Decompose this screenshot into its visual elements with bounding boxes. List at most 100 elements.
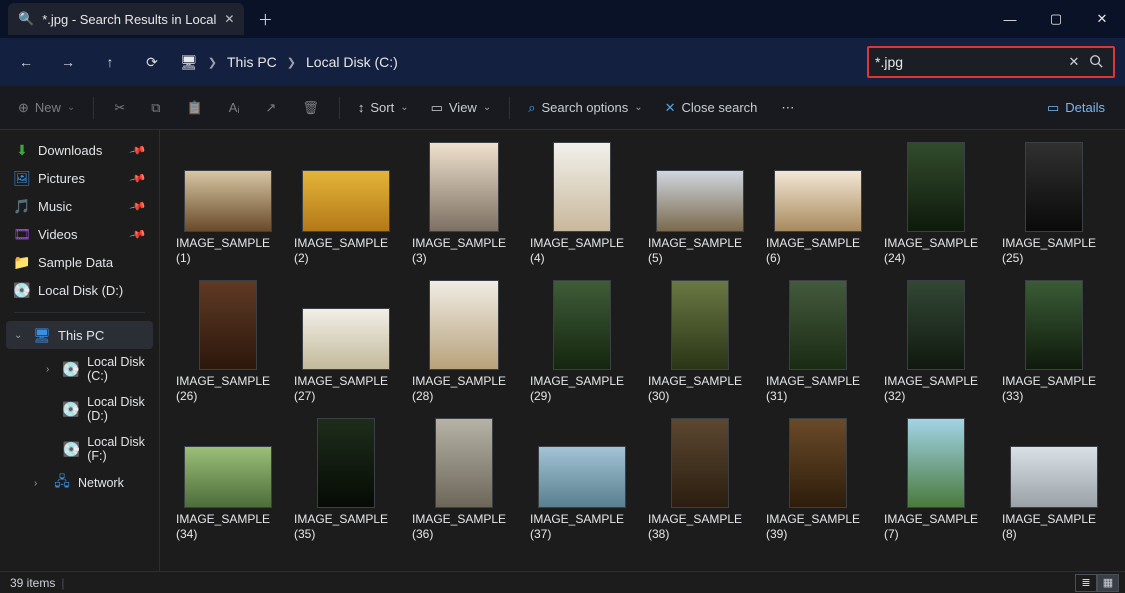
file-item[interactable]: IMAGE_SAMPLE (39) — [766, 416, 870, 542]
copy-button[interactable]: ⧉ — [141, 94, 170, 122]
file-item[interactable]: IMAGE_SAMPLE (33) — [1002, 278, 1106, 404]
breadcrumb-item[interactable]: This PC — [227, 54, 277, 70]
search-button[interactable] — [1085, 54, 1107, 71]
file-item[interactable]: IMAGE_SAMPLE (30) — [648, 278, 752, 404]
file-item[interactable]: IMAGE_SAMPLE (38) — [648, 416, 752, 542]
search-input[interactable] — [875, 54, 1063, 70]
clear-search-button[interactable]: ✕ — [1063, 54, 1085, 70]
sidebar-label: Videos — [38, 227, 78, 242]
active-tab[interactable]: 🔍 *.jpg - Search Results in Local ✕ — [8, 3, 244, 35]
thumbnail — [671, 280, 729, 370]
main-area: ⬇Downloads📌 🖼Pictures📌 🎵Music📌 🎞Videos📌 … — [0, 130, 1125, 571]
maximize-button[interactable]: ▢ — [1033, 0, 1079, 38]
file-item[interactable]: IMAGE_SAMPLE (37) — [530, 416, 634, 542]
back-button[interactable]: ← — [12, 54, 40, 70]
file-view[interactable]: IMAGE_SAMPLE (1)IMAGE_SAMPLE (2)IMAGE_SA… — [160, 130, 1125, 571]
cut-button[interactable]: ✂ — [104, 94, 135, 122]
sidebar-item-sample-data[interactable]: 📁Sample Data — [0, 248, 159, 276]
trash-icon: 🗑 — [302, 100, 319, 116]
separator — [14, 312, 145, 313]
file-item[interactable]: IMAGE_SAMPLE (3) — [412, 140, 516, 266]
thumbnail-wrap — [530, 416, 634, 508]
sidebar-item-this-pc[interactable]: ⌄ 🖥 This PC — [6, 321, 153, 349]
file-item[interactable]: IMAGE_SAMPLE (2) — [294, 140, 398, 266]
file-item[interactable]: IMAGE_SAMPLE (27) — [294, 278, 398, 404]
view-icon: ▭ — [431, 100, 443, 116]
up-button[interactable]: ↑ — [96, 54, 124, 70]
file-name: IMAGE_SAMPLE (25) — [1002, 236, 1106, 266]
sidebar-item-drive-d[interactable]: ›💽Local Disk (D:) — [0, 389, 159, 429]
file-item[interactable]: IMAGE_SAMPLE (36) — [412, 416, 516, 542]
item-count: 39 items — [10, 576, 55, 590]
share-button[interactable]: ↗ — [255, 94, 286, 122]
search-options-button[interactable]: ⌕ Search options ⌄ — [520, 94, 650, 122]
forward-button[interactable]: → — [54, 54, 82, 70]
thumbnail-wrap — [884, 140, 988, 232]
file-item[interactable]: IMAGE_SAMPLE (1) — [176, 140, 280, 266]
close-window-button[interactable]: ✕ — [1079, 0, 1125, 38]
thumbnail — [553, 142, 611, 232]
minimize-button[interactable]: ― — [987, 0, 1033, 38]
file-item[interactable]: IMAGE_SAMPLE (32) — [884, 278, 988, 404]
details-pane-button[interactable]: ▭ Details — [1039, 94, 1113, 122]
sidebar-item-drive-c[interactable]: ›💽Local Disk (C:) — [0, 349, 159, 389]
monitor-icon: 🖥 — [180, 54, 198, 71]
new-tab-button[interactable]: ＋ — [250, 9, 280, 30]
thumbnail — [1025, 280, 1083, 370]
file-item[interactable]: IMAGE_SAMPLE (28) — [412, 278, 516, 404]
close-tab-icon[interactable]: ✕ — [224, 12, 234, 26]
sidebar-item-videos[interactable]: 🎞Videos📌 — [0, 220, 159, 248]
sidebar-item-downloads[interactable]: ⬇Downloads📌 — [0, 136, 159, 164]
file-item[interactable]: IMAGE_SAMPLE (7) — [884, 416, 988, 542]
file-item[interactable]: IMAGE_SAMPLE (6) — [766, 140, 870, 266]
view-button[interactable]: ▭ View ⌄ — [423, 94, 500, 122]
pin-icon: 📌 — [129, 169, 147, 187]
paste-button[interactable]: 📋 — [177, 94, 213, 122]
copy-icon: ⧉ — [151, 100, 160, 116]
chevron-down-icon: ⌄ — [400, 102, 408, 113]
sidebar-label: Network — [78, 476, 124, 490]
pin-icon: 📌 — [129, 197, 147, 215]
chevron-right-icon: ❯ — [287, 56, 296, 69]
sidebar-item-drive-f[interactable]: ›💽Local Disk (F:) — [0, 429, 159, 469]
refresh-button[interactable]: ⟳ — [138, 54, 166, 71]
new-button[interactable]: ⊕ New ⌄ — [10, 94, 83, 122]
thumbnail-wrap — [648, 416, 752, 508]
file-item[interactable]: IMAGE_SAMPLE (29) — [530, 278, 634, 404]
sidebar-item-localdisk-d[interactable]: 💽Local Disk (D:) — [0, 276, 159, 304]
breadcrumb-item[interactable]: Local Disk (C:) — [306, 54, 398, 70]
file-item[interactable]: IMAGE_SAMPLE (25) — [1002, 140, 1106, 266]
thumbnail — [429, 280, 499, 370]
search-box[interactable]: ✕ — [867, 46, 1115, 78]
pin-icon: 📌 — [129, 141, 147, 159]
breadcrumb[interactable]: 🖥 ❯ This PC ❯ Local Disk (C:) — [180, 54, 853, 71]
file-item[interactable]: IMAGE_SAMPLE (8) — [1002, 416, 1106, 542]
thumbnail — [774, 170, 862, 232]
thumbnail — [553, 280, 611, 370]
thumbnail — [199, 280, 257, 370]
delete-button[interactable]: 🗑 — [292, 94, 329, 122]
chevron-down-icon: ⌄ — [634, 102, 642, 113]
file-name: IMAGE_SAMPLE (3) — [412, 236, 516, 266]
thumbnails-view-button[interactable]: ▦ — [1097, 574, 1119, 592]
file-name: IMAGE_SAMPLE (24) — [884, 236, 988, 266]
close-search-button[interactable]: ✕ Close search — [657, 94, 766, 122]
file-item[interactable]: IMAGE_SAMPLE (5) — [648, 140, 752, 266]
rename-button[interactable]: Aᵢ — [219, 94, 250, 121]
file-item[interactable]: IMAGE_SAMPLE (31) — [766, 278, 870, 404]
sort-button[interactable]: ↕ Sort ⌄ — [350, 94, 417, 121]
sidebar-item-network[interactable]: ›🖧Network — [0, 469, 159, 497]
file-item[interactable]: IMAGE_SAMPLE (4) — [530, 140, 634, 266]
sidebar-item-pictures[interactable]: 🖼Pictures📌 — [0, 164, 159, 192]
thumbnail-wrap — [766, 416, 870, 508]
status-bar: 39 items | ≣ ▦ — [0, 571, 1125, 593]
thumbnail-wrap — [766, 140, 870, 232]
file-item[interactable]: IMAGE_SAMPLE (35) — [294, 416, 398, 542]
sidebar-item-music[interactable]: 🎵Music📌 — [0, 192, 159, 220]
more-button[interactable]: ⋯ — [771, 94, 804, 122]
file-item[interactable]: IMAGE_SAMPLE (24) — [884, 140, 988, 266]
file-item[interactable]: IMAGE_SAMPLE (34) — [176, 416, 280, 542]
file-item[interactable]: IMAGE_SAMPLE (26) — [176, 278, 280, 404]
details-view-button[interactable]: ≣ — [1075, 574, 1097, 592]
thumbnail — [656, 170, 744, 232]
